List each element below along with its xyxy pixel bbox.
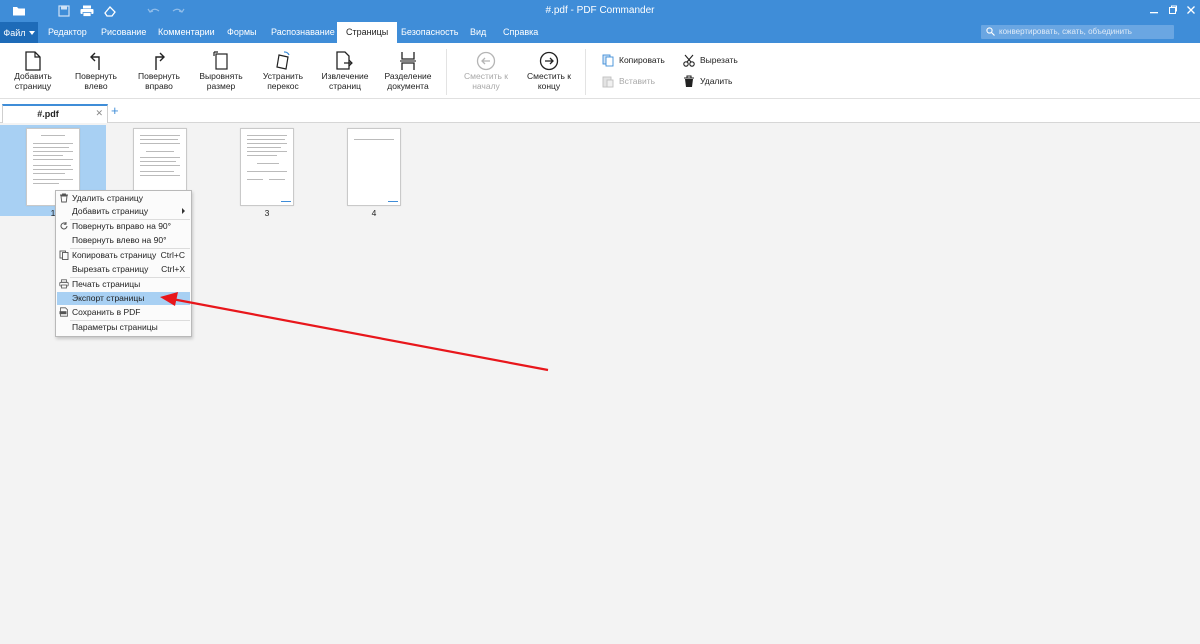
annotation-arrow: [160, 292, 549, 372]
